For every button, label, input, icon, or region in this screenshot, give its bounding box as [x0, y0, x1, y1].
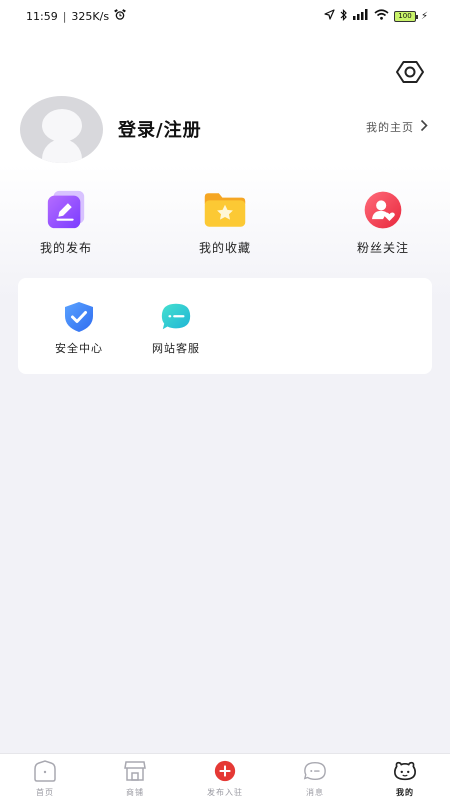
my-homepage-label: 我的主页	[366, 121, 414, 134]
nav-item-messages[interactable]: 消息	[270, 754, 360, 801]
service-item-label: 网站客服	[152, 342, 200, 355]
message-icon	[303, 760, 327, 782]
status-separator: |	[62, 9, 67, 23]
login-register-link[interactable]: 登录/注册	[118, 116, 202, 142]
nav-item-publish[interactable]: 发布入驻	[180, 754, 270, 801]
status-time: 11:59	[26, 9, 58, 23]
quick-item-label: 我的发布	[39, 241, 92, 255]
shield-check-icon	[62, 300, 96, 334]
location-icon	[324, 9, 335, 23]
quick-item-label: 我的收藏	[198, 241, 251, 255]
charging-icon: ⚡	[420, 10, 428, 22]
star-folder-icon	[203, 188, 247, 232]
status-left: 11:59 | 325K/s	[26, 8, 126, 24]
my-homepage-link[interactable]: 我的主页	[366, 119, 428, 135]
nav-label: 商铺	[126, 788, 144, 797]
avatar-head	[42, 109, 82, 142]
chat-bubble-icon	[159, 300, 193, 334]
quick-item-my-posts[interactable]: 我的发布	[11, 188, 121, 258]
battery-indicator: 100	[393, 10, 418, 22]
quick-item-label: 粉丝关注	[356, 241, 409, 255]
nav-label: 首页	[36, 788, 54, 797]
plus-circle-icon	[213, 760, 237, 782]
home-icon	[33, 760, 57, 782]
services-card: 安全中心 网站客服	[18, 278, 432, 374]
alarm-icon	[114, 8, 126, 24]
bottom-navigation: 首页 商铺 发布入驻 消息 我的	[0, 753, 450, 801]
nav-item-home[interactable]: 首页	[0, 754, 90, 801]
service-item-customer-service[interactable]: 网站客服	[135, 300, 217, 356]
chevron-right-icon	[420, 119, 428, 135]
edit-icon	[44, 188, 88, 232]
shop-icon	[123, 760, 147, 782]
service-item-label: 安全中心	[55, 342, 103, 355]
settings-gear-icon	[396, 60, 424, 88]
settings-button[interactable]	[394, 60, 426, 88]
status-right: 100 ⚡	[324, 8, 428, 24]
signal-icon	[352, 9, 369, 23]
face-icon	[393, 760, 417, 782]
status-speed: 325K/s	[71, 9, 110, 23]
nav-item-shops[interactable]: 商铺	[90, 754, 180, 801]
nav-item-mine[interactable]: 我的	[360, 754, 450, 801]
wifi-icon	[374, 9, 389, 23]
quick-item-my-favorites[interactable]: 我的收藏	[170, 188, 280, 258]
nav-label: 我的	[396, 788, 414, 797]
quick-item-fans-following[interactable]: 粉丝关注	[328, 188, 438, 258]
status-bar: 11:59 | 325K/s 100 ⚡	[0, 0, 450, 32]
service-item-security-center[interactable]: 安全中心	[38, 300, 120, 356]
nav-label: 消息	[306, 788, 324, 797]
avatar[interactable]	[20, 96, 103, 163]
nav-label: 发布入驻	[207, 788, 243, 797]
quick-actions: 我的发布 我的收藏 粉丝关注	[0, 188, 450, 258]
bluetooth-icon	[340, 8, 348, 24]
avatar-body	[42, 139, 82, 163]
fans-heart-icon	[361, 188, 405, 232]
